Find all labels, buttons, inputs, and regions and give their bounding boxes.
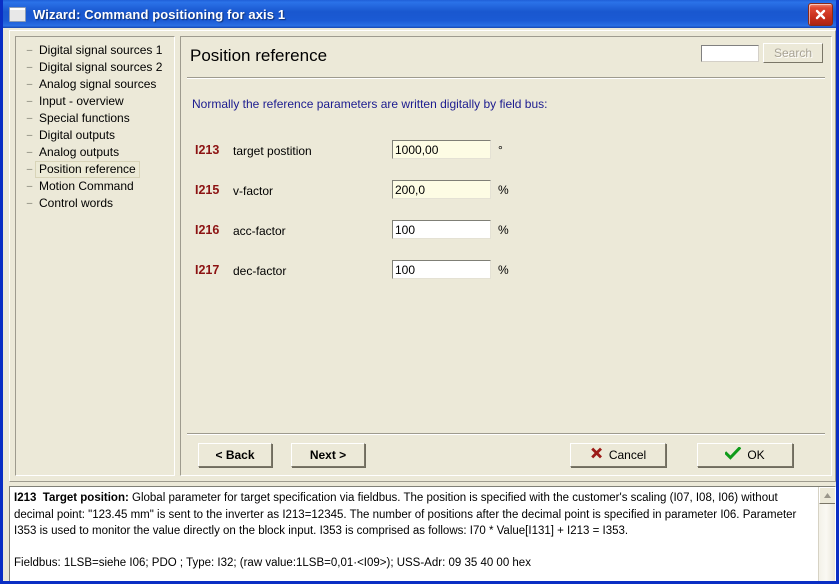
help-scrollbar[interactable] <box>818 487 835 581</box>
help-panel: I213 Target position: Global parameter f… <box>9 486 836 581</box>
ok-button-label: OK <box>747 448 765 462</box>
next-button[interactable]: Next > <box>291 443 365 467</box>
parameter-unit: % <box>498 183 509 197</box>
sidebar-item-label: Input - overview <box>39 94 124 108</box>
help-param-id: I213 <box>14 492 37 504</box>
sidebar-item-control-words[interactable]: – Control words <box>16 195 174 212</box>
sidebar-item-label: Digital outputs <box>39 128 116 142</box>
help-param-title: Target position: <box>42 492 129 504</box>
client-area: – Digital signal sources 1– Digital signal… <box>6 28 836 581</box>
close-icon[interactable] <box>808 3 833 26</box>
sidebar-item-motion-command[interactable]: – Motion Command <box>16 178 174 195</box>
header-divider <box>187 77 825 79</box>
tree-connector-icon: – <box>26 96 33 107</box>
tree-connector-icon: – <box>26 130 33 141</box>
sidebar-item-analog-outputs[interactable]: – Analog outputs <box>16 144 174 161</box>
parameter-row: I213 target postition ° <box>181 137 831 177</box>
tree-connector-icon: – <box>26 113 33 124</box>
cancel-button-label: Cancel <box>608 448 647 462</box>
sidebar-item-label: Digital signal sources 1 <box>39 43 163 57</box>
sidebar-item-digital-signal-sources-1[interactable]: – Digital signal sources 1 <box>16 42 174 59</box>
search-input[interactable] <box>701 44 759 62</box>
search-area: Search <box>701 43 823 63</box>
parameter-unit: % <box>498 263 509 277</box>
sidebar-item-label: Motion Command <box>39 179 134 193</box>
window-title: Wizard: Command positioning for axis 1 <box>33 6 286 22</box>
intro-text: Normally the reference parameters are wr… <box>192 97 548 111</box>
ok-button[interactable]: OK <box>697 443 793 467</box>
sidebar-item-special-functions[interactable]: – Special functions <box>16 110 174 127</box>
parameter-row: I216 acc-factor% <box>181 217 831 257</box>
help-fieldbus-line: Fieldbus: 1LSB=siehe I06; PDO ; Type: I3… <box>14 557 531 569</box>
search-button[interactable]: Search <box>763 43 823 63</box>
next-button-label: Next > <box>309 448 347 462</box>
panel-header: Position reference Search <box>181 37 831 79</box>
tree-connector-icon: – <box>26 62 33 73</box>
wizard-window: Wizard: Command positioning for axis 1 –… <box>0 0 839 584</box>
sidebar-item-digital-signal-sources-2[interactable]: – Digital signal sources 2 <box>16 59 174 76</box>
navigation-tree: – Digital signal sources 1– Digital signal… <box>15 36 175 476</box>
back-button[interactable]: < Back <box>198 443 272 467</box>
parameter-row: I217 dec-factor% <box>181 257 831 297</box>
sidebar-item-label: Position reference <box>36 162 139 177</box>
parameter-value-input[interactable] <box>392 260 491 279</box>
sidebar-item-position-reference[interactable]: – Position reference <box>16 161 174 178</box>
parameter-unit: ° <box>498 143 503 157</box>
tree-connector-icon: – <box>26 164 33 175</box>
sidebar-item-label: Analog signal sources <box>39 77 157 91</box>
parameter-value-input[interactable] <box>392 180 491 199</box>
scroll-up-icon[interactable] <box>819 487 835 504</box>
window-icon <box>9 6 26 22</box>
help-param-body: Global parameter for target specificatio… <box>14 492 797 537</box>
button-bar-divider <box>187 433 825 435</box>
sidebar-item-label: Digital signal sources 2 <box>39 60 163 74</box>
tree-connector-icon: – <box>26 79 33 90</box>
parameter-label: target postition <box>233 144 312 158</box>
parameter-label: acc-factor <box>233 224 286 238</box>
parameter-label: dec-factor <box>233 264 287 278</box>
parameter-list: I213 target postition ° I215 v-factor% I216 ac… <box>181 137 831 297</box>
sidebar-item-input-overview[interactable]: – Input - overview <box>16 93 174 110</box>
sidebar-item-label: Special functions <box>39 111 130 125</box>
parameter-label: v-factor <box>233 184 274 198</box>
parameter-id: I215 <box>195 183 220 197</box>
dialog-area: – Digital signal sources 1– Digital signal… <box>9 30 836 482</box>
parameter-id: I216 <box>195 223 220 237</box>
back-button-label: < Back <box>215 448 255 462</box>
parameter-id: I213 <box>195 143 220 157</box>
tree-connector-icon: – <box>26 45 33 56</box>
tree-connector-icon: – <box>26 147 33 158</box>
page-title: Position reference <box>190 46 328 65</box>
parameter-value-input[interactable] <box>392 140 491 159</box>
cancel-button[interactable]: Cancel <box>570 443 666 467</box>
parameter-id: I217 <box>195 263 220 277</box>
help-text: I213 Target position: Global parameter f… <box>14 490 814 540</box>
parameter-value-input[interactable] <box>392 220 491 239</box>
tree-connector-icon: – <box>26 198 33 209</box>
sidebar-item-label: Control words <box>39 196 114 210</box>
check-icon <box>724 446 742 463</box>
content-panel: Position reference Search Normally the r… <box>180 36 832 476</box>
sidebar-item-analog-signal-sources[interactable]: – Analog signal sources <box>16 76 174 93</box>
parameter-row: I215 v-factor% <box>181 177 831 217</box>
sidebar-item-digital-outputs[interactable]: – Digital outputs <box>16 127 174 144</box>
sidebar-item-label: Analog outputs <box>39 145 120 159</box>
cross-icon <box>590 447 603 463</box>
title-bar: Wizard: Command positioning for axis 1 <box>3 0 836 28</box>
tree-connector-icon: – <box>26 181 33 192</box>
parameter-unit: % <box>498 223 509 237</box>
